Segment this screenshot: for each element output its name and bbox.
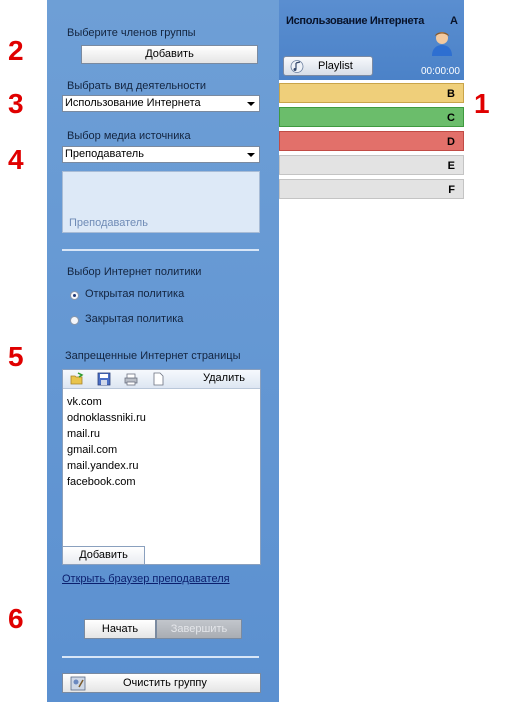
media-preview-text: Преподаватель [69,217,148,229]
group-row-letter: C [447,112,455,124]
clear-group-label: Очистить группу [123,677,207,689]
group-row-b[interactable]: B [279,83,464,103]
blocked-sites-toolbar: Удалить [63,370,260,389]
open-policy-radio[interactable] [70,291,79,300]
timer: 00:00:00 [421,66,460,77]
group-row-letter: B [447,88,455,100]
group-members-label: Выберите членов группы [67,27,196,39]
callout-4: 4 [8,144,24,175]
callout-1: 1 [474,88,490,119]
activity-selected: Использование Интернета [65,97,201,109]
user-avatar-icon [432,32,452,56]
finish-button[interactable]: Завершить [156,619,242,639]
print-icon[interactable] [124,372,138,386]
media-source-select[interactable]: Преподаватель [62,146,260,163]
activity-header: Использование Интернета A Playlist 00:00… [279,0,464,80]
blocked-sites-box: Удалить vk.com odnoklassniki.ru mail.ru … [62,369,261,565]
playlist-button[interactable]: Playlist [283,56,373,76]
start-button[interactable]: Начать [84,619,156,639]
media-source-label: Выбор медиа источника [67,130,191,142]
group-row-letter: E [447,160,455,172]
list-item[interactable]: facebook.com [67,474,146,490]
add-members-button[interactable]: Добавить [81,45,258,64]
add-site-button[interactable]: Добавить [63,546,145,564]
group-row-e[interactable]: E [279,155,464,175]
internet-policy-label: Выбор Интернет политики [67,266,202,278]
callout-5: 5 [8,341,24,372]
new-document-icon[interactable] [151,372,165,386]
group-row-d[interactable]: D [279,131,464,151]
chevron-down-icon [247,153,255,157]
callout-3: 3 [8,88,24,119]
activity-label: Выбрать вид деятельности [67,80,207,92]
divider [62,249,259,251]
activity-panel: Использование Интернета A Playlist 00:00… [279,0,464,204]
list-item[interactable]: mail.yandex.ru [67,458,146,474]
activity-title: Использование Интернета [286,15,425,27]
blocked-sites-list: vk.com odnoklassniki.ru mail.ru gmail.co… [67,394,146,490]
callout-6: 6 [8,603,24,634]
closed-policy-radio[interactable] [70,316,79,325]
activity-select[interactable]: Использование Интернета [62,95,260,112]
save-icon[interactable] [97,372,111,386]
open-teacher-browser-link[interactable]: Открыть браузер преподавателя [62,573,230,585]
divider [62,656,259,658]
list-item[interactable]: vk.com [67,394,146,410]
playlist-label: Playlist [318,60,353,72]
list-item[interactable]: odnoklassniki.ru [67,410,146,426]
blocked-sites-label: Запрещенные Интернет страницы [65,350,241,362]
callout-2: 2 [8,35,24,66]
group-row-c[interactable]: C [279,107,464,127]
clear-group-icon [70,676,86,691]
settings-panel: Выберите членов группы Добавить Выбрать … [47,0,279,702]
clear-group-button[interactable]: Очистить группу [62,673,261,693]
group-row-letter: F [448,184,455,196]
group-letter: A [450,15,458,27]
open-policy-label: Открытая политика [85,288,185,300]
chevron-down-icon [247,102,255,106]
music-note-icon [290,60,304,73]
media-preview: Преподаватель [62,171,260,233]
list-item[interactable]: mail.ru [67,426,146,442]
delete-site-button[interactable]: Удалить [203,372,245,384]
media-source-selected: Преподаватель [65,148,144,160]
open-folder-icon[interactable] [70,372,84,386]
group-row-letter: D [447,136,455,148]
group-row-f[interactable]: F [279,179,464,199]
closed-policy-label: Закрытая политика [85,313,184,325]
list-item[interactable]: gmail.com [67,442,146,458]
